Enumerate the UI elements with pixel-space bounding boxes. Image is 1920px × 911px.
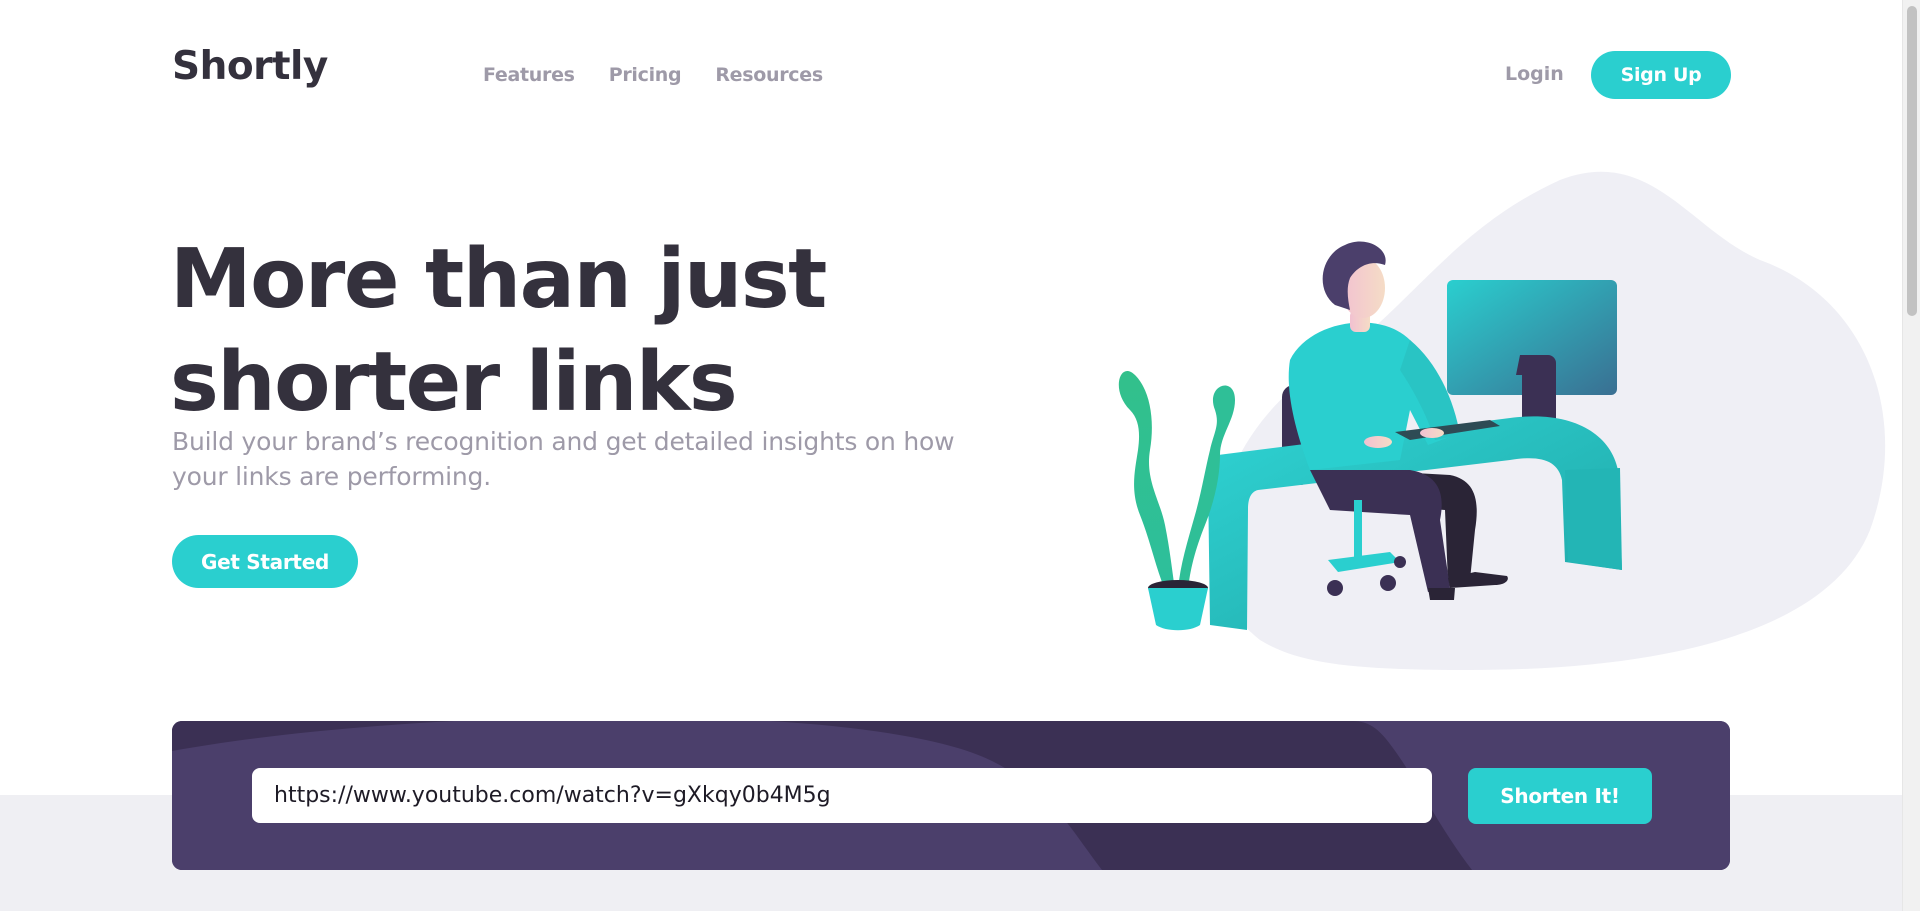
person-working-illustration	[1118, 171, 1886, 671]
plant-pot-shape	[1148, 588, 1208, 631]
chair-post-shape	[1354, 500, 1362, 562]
person-hand-right-shape	[1420, 428, 1444, 438]
hero-subtitle: Build your brand’s recognition and get d…	[172, 427, 955, 491]
page: Shortly Features Pricing Resources Login…	[0, 0, 1920, 911]
plant-leaf-left-shape	[1118, 370, 1175, 590]
person-shoe-left-shape	[1428, 588, 1455, 600]
get-started-button[interactable]: Get Started	[172, 535, 358, 588]
nav-link-features[interactable]: Features	[483, 64, 575, 86]
hero-title: More than just shorter links	[170, 232, 827, 430]
scrollbar-thumb[interactable]	[1907, 6, 1917, 316]
url-input[interactable]	[252, 768, 1432, 823]
main-nav: Features Pricing Resources	[483, 64, 823, 86]
shorten-it-button[interactable]: Shorten It!	[1468, 768, 1652, 824]
desk-leg-shape	[1565, 468, 1622, 570]
nav-link-pricing[interactable]: Pricing	[609, 64, 682, 86]
person-hand-left-shape	[1364, 436, 1392, 448]
login-link[interactable]: Login	[1505, 63, 1564, 85]
sign-up-button[interactable]: Sign Up	[1591, 51, 1731, 99]
chair-wheel-shape	[1327, 580, 1343, 596]
shorten-link-panel: Shorten It!	[172, 721, 1730, 870]
chair-wheel-shape	[1380, 575, 1396, 591]
nav-link-resources[interactable]: Resources	[715, 64, 823, 86]
chair-wheel-shape	[1394, 556, 1406, 568]
page-scrollbar[interactable]	[1902, 0, 1920, 911]
logo[interactable]: Shortly	[172, 44, 328, 89]
